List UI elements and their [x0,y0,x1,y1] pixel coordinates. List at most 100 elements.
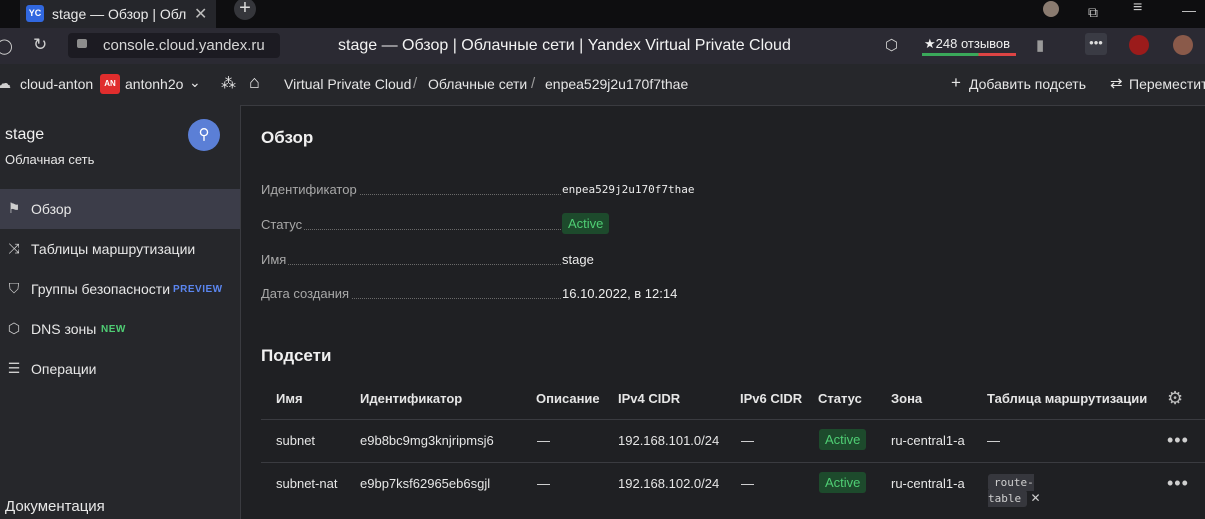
chevron-down-icon[interactable]: ⌄ [189,74,201,91]
services-icon[interactable]: ⁂ [221,74,236,92]
home-icon[interactable]: ⌂ [249,72,260,93]
plus-icon: + [951,73,961,92]
sidebar-item-route-tables[interactable]: ⤨ Таблицы маршрутизации [0,229,240,269]
property-label: Дата создания [261,286,352,301]
flag-icon: ⚑ [7,200,21,216]
column-header[interactable]: Имя [276,391,303,406]
property-created-row: Дата создания 16.10.2022, в 12:14 [261,286,901,306]
property-name-row: Имя stage [261,252,901,272]
new-tab-icon[interactable]: + [234,0,256,20]
sidebar-item-overview[interactable]: ⚑ Обзор [0,189,240,229]
status-badge: Active [562,213,610,234]
hexagon-icon: ⬡ [7,320,21,336]
extension-shield-icon[interactable]: ⬡ [885,36,898,54]
property-id-row: Идентификатор enpea529j2u170f7thae [261,182,901,202]
sidebar-item-operations[interactable]: ☰ Операции [0,349,240,389]
column-header[interactable]: Идентификатор [360,391,462,406]
column-header[interactable]: Таблица маршрутизации [987,391,1147,406]
more-extensions-icon[interactable]: ••• [1085,33,1107,55]
profile-avatar-icon[interactable] [1043,1,1059,17]
created-date-value: 16.10.2022, в 12:14 [562,286,678,301]
column-header[interactable]: Зона [891,391,922,406]
subnet-id: e9b8bc9mg3knjripmsj6 [360,433,494,448]
breadcrumb-separator: / [531,75,536,92]
table-row[interactable]: subnet-nat e9bp7ksf62965eb6sgjl — 192.16… [261,463,1205,507]
breadcrumb-network-id: enpea529j2u170f7thae [545,76,689,92]
overview-title: Обзор [261,128,314,147]
network-name-value: stage [562,252,594,267]
subnet-zone: ru-central1-a [891,476,965,491]
subnet-name: subnet-nat [276,476,338,491]
status-badge: Active [819,429,867,450]
browser-tab-strip: YC stage — Обзор | Облачные сети | Yande… [0,0,1205,28]
url-text: console.cloud.yandex.ru [103,37,265,54]
shield-icon: ⛉ [8,280,20,296]
preview-badge: PREVIEW [173,284,223,295]
cloud-icon: ☁ [0,75,11,91]
move-button[interactable]: Переместить [1129,76,1205,92]
cloud-name[interactable]: cloud-anton [20,76,93,92]
subnet-name: subnet [276,433,316,448]
tab-title: stage — Обзор | Облачные сети | Yandex V… [52,6,187,22]
minimize-icon[interactable]: — [1182,2,1196,18]
back-icon[interactable]: ◯ [0,37,13,55]
add-subnet-button[interactable]: Добавить подсеть [969,76,1086,92]
property-status-row: Статус Active [261,213,901,237]
breadcrumb-vpc[interactable]: Virtual Private Cloud [284,76,411,92]
bookmark-icon[interactable]: ▮ [1036,36,1044,54]
user-name[interactable]: antonh2o [125,76,183,92]
subnet-ipv4: 192.168.102.0/24 [618,476,720,491]
page-heading: stage — Обзор | Облачные сети | Yandex V… [338,37,791,54]
remove-icon[interactable]: ✕ [1027,491,1040,505]
subnet-description: — [537,476,550,491]
documentation-link[interactable]: Документация [5,498,105,515]
yandex-cloud-favicon-icon: YC [26,5,44,22]
route-table-chip[interactable]: route-table ✕ [988,473,1064,507]
subnet-id: e9bp7ksf62965eb6sgjl [360,476,491,491]
sidebar-item-label: Группы безопасности [31,281,171,297]
status-badge: Active [819,472,867,493]
reload-icon[interactable]: ↻ [33,35,47,55]
reviews-rating-bar [922,53,1016,56]
network-icon: ⚲ [188,119,220,151]
property-label: Имя [261,252,289,267]
collections-icon[interactable]: ⧉ [1088,4,1098,21]
sidebar-subtitle: Облачная сеть [5,152,95,167]
column-header[interactable]: Описание [536,391,600,406]
property-label: Идентификатор [261,182,359,197]
column-header[interactable]: IPv4 CIDR [618,391,680,406]
table-row[interactable]: subnet e9b8bc9mg3knjripmsj6 — 192.168.10… [261,420,1205,462]
list-icon: ☰ [7,360,21,376]
subnet-description: — [537,433,550,448]
menu-icon[interactable]: ≡ [1133,0,1142,17]
breadcrumb-networks[interactable]: Облачные сети [428,76,527,92]
subnet-ipv6: — [741,476,754,491]
sidebar-item-security-groups[interactable]: ⛉ Группы безопасности PREVIEW [0,269,240,309]
row-actions-icon[interactable]: ••• [1167,430,1189,451]
subnets-title: Подсети [261,346,332,365]
browser-tab[interactable]: YC stage — Обзор | Облачные сети | Yande… [20,0,216,28]
column-header[interactable]: Статус [818,391,862,406]
app-header: ☁ cloud-anton AN antonh2o ⌄ ⁂ ⌂ Virtual … [0,64,1205,106]
sidebar-item-label: Операции [31,361,97,377]
ublock-icon[interactable] [1129,35,1149,55]
property-label: Статус [261,217,305,232]
extension-globe-icon[interactable] [1173,35,1193,55]
address-bar-row: ◯ ↻ console.cloud.yandex.ru stage — Обзо… [0,28,1205,64]
sidebar-item-label: DNS зоны [31,321,97,337]
reviews-label[interactable]: ★248 отзывов [924,36,1010,52]
url-field[interactable]: console.cloud.yandex.ru [68,33,280,58]
subnet-route-table: — [987,433,1000,448]
subnet-zone: ru-central1-a [891,433,965,448]
column-header[interactable]: IPv6 CIDR [740,391,802,406]
subnet-ipv6: — [741,433,754,448]
swap-icon: ⇄ [1110,75,1123,92]
shuffle-icon: ⤨ [8,240,20,256]
sidebar-item-dns-zones[interactable]: ⬡ DNS зоны NEW [0,309,240,349]
new-badge: NEW [101,324,126,335]
sidebar-item-label: Таблицы маршрутизации [31,241,196,257]
close-tab-icon[interactable]: ✕ [194,4,207,24]
user-avatar: AN [100,74,120,94]
row-actions-icon[interactable]: ••• [1167,473,1189,494]
gear-icon[interactable]: ⚙ [1167,388,1183,409]
